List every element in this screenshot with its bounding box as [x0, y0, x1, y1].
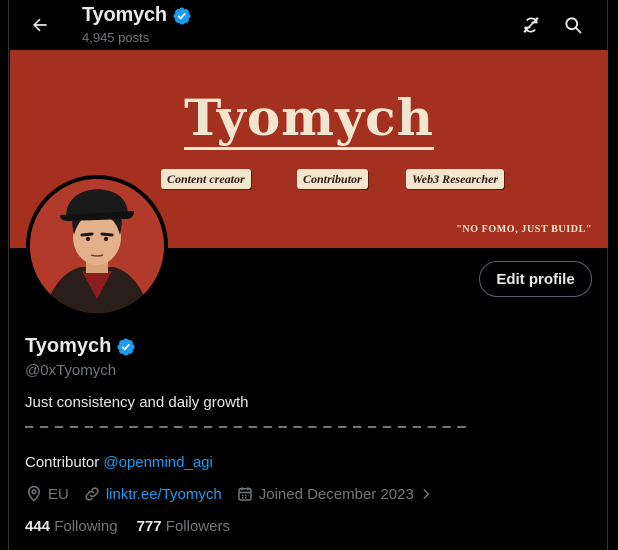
- header-name: Tyomych: [82, 4, 167, 26]
- joined-item[interactable]: Joined December 2023: [236, 485, 433, 503]
- header-post-count: 4,945 posts: [82, 30, 150, 45]
- sync-button[interactable]: [516, 10, 546, 40]
- following-link[interactable]: 444 Following: [25, 518, 118, 535]
- banner-pill-content-creator: Content creator: [161, 169, 251, 189]
- mention-link[interactable]: @openmind_agi: [103, 454, 212, 471]
- search-icon: [565, 17, 582, 34]
- bio-line-3: Contributor @openmind_agi: [25, 454, 213, 471]
- followers-count: 777: [136, 518, 162, 535]
- top-bar: Tyomych 4,945 posts: [9, 0, 609, 50]
- banner-title: Tyomych: [10, 88, 608, 150]
- avatar[interactable]: [26, 175, 168, 317]
- avatar-image: [30, 179, 164, 313]
- profile-handle: @0xTyomych: [25, 362, 117, 379]
- banner-pill-contributor: Contributor: [297, 169, 368, 189]
- joined-text: Joined December 2023: [258, 485, 414, 503]
- profile-name-row: Tyomych: [25, 335, 136, 358]
- location-pin-icon: [27, 485, 41, 502]
- website-item: linktr.ee/Tyomych: [83, 485, 222, 503]
- profile-meta: EU linktr.ee/Tyomych Joined December 202…: [25, 485, 447, 503]
- calendar-icon: [237, 487, 252, 501]
- chevron-right-icon: [423, 489, 430, 499]
- link-icon: [85, 487, 99, 501]
- website-link[interactable]: linktr.ee/Tyomych: [106, 486, 222, 503]
- location-text: EU: [48, 485, 69, 503]
- header-title: Tyomych: [82, 4, 192, 27]
- follow-stats: 444 Following 777 Followers: [25, 518, 249, 535]
- bio-line-1: Just consistency and daily growth: [25, 394, 249, 411]
- profile-page: Tyomych 4,945 posts Tyomych Content crea…: [8, 0, 608, 550]
- verified-badge-icon: [173, 6, 191, 25]
- verified-badge-icon: [117, 337, 135, 356]
- location-item: EU: [25, 485, 69, 503]
- bio-contributor-text: Contributor: [25, 454, 104, 471]
- following-count: 444: [25, 518, 51, 535]
- back-button[interactable]: [23, 9, 57, 41]
- followers-link[interactable]: 777 Followers: [137, 518, 230, 535]
- edit-profile-button[interactable]: Edit profile: [479, 261, 592, 297]
- banner-quote: "NO FOMO, JUST BUIDL": [456, 224, 592, 235]
- arrow-left-icon: [32, 18, 47, 32]
- following-label: Following: [54, 518, 118, 535]
- banner-pill-web3-researcher: Web3 Researcher: [406, 169, 505, 189]
- search-button[interactable]: [558, 10, 588, 40]
- profile-name: Tyomych: [25, 335, 112, 357]
- followers-label: Followers: [165, 518, 230, 535]
- bio-line-2: – – – – – – – – – – – – – – – – – – – – …: [25, 418, 467, 435]
- sync-off-icon: [523, 17, 539, 33]
